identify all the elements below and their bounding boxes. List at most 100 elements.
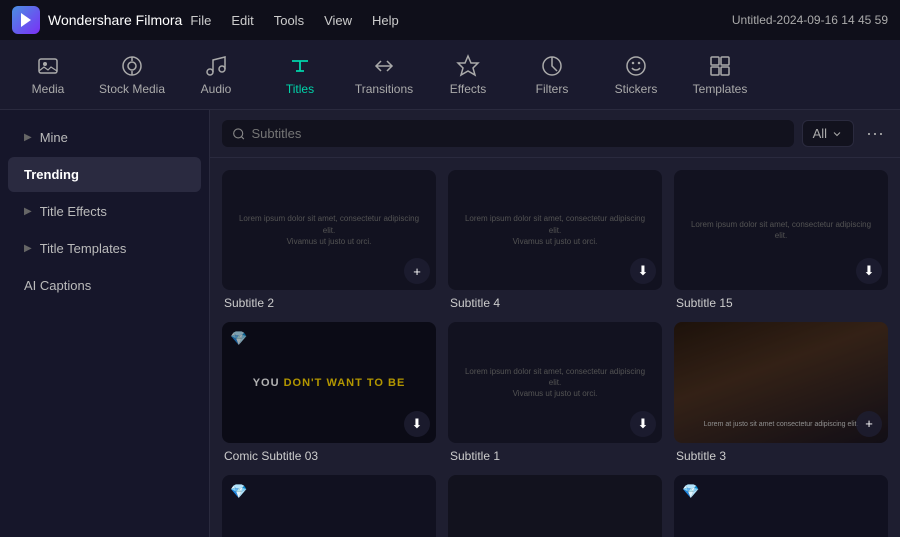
media-icon xyxy=(36,54,60,78)
grid-item-subtitle-1[interactable]: Lorem ipsum dolor sit amet, consectetur … xyxy=(448,322,662,462)
grid-label-subtitle-1: Subtitle 1 xyxy=(448,449,662,463)
search-input-wrapper[interactable] xyxy=(222,120,794,147)
download-button-subtitle-4[interactable]: ⬇ xyxy=(630,258,656,284)
chevron-right-icon: ▶ xyxy=(24,132,32,143)
menu-edit[interactable]: Edit xyxy=(231,13,253,28)
toolbar-effects[interactable]: Effects xyxy=(428,44,508,106)
grid-item-partial-1[interactable]: 💎 xyxy=(222,475,436,537)
chevron-right-icon-effects: ▶ xyxy=(24,206,32,217)
toolbar-templates-label: Templates xyxy=(693,82,748,96)
sidebar-item-title-effects[interactable]: ▶ Title Effects xyxy=(8,194,201,229)
toolbar-effects-label: Effects xyxy=(450,82,486,96)
menu-view[interactable]: View xyxy=(324,13,352,28)
search-bar: All ··· xyxy=(210,110,900,158)
add-button-subtitle-3[interactable]: + xyxy=(856,411,882,437)
effects-icon xyxy=(456,54,480,78)
grid-thumb-comic-subtitle-03: 💎 YOU DON'T WANT TO BE ⬇ xyxy=(222,322,436,442)
toolbar: Media Stock Media Audio Titles xyxy=(0,40,900,110)
grid-thumb-partial-1: 💎 xyxy=(222,475,436,537)
filters-icon xyxy=(540,54,564,78)
grid-thumb-subtitle-4: Lorem ipsum dolor sit amet, consectetur … xyxy=(448,170,662,290)
thumb-overlay-subtitle-15: ⬇ xyxy=(674,170,888,290)
sidebar-item-title-templates[interactable]: ▶ Title Templates xyxy=(8,231,201,266)
menu-help[interactable]: Help xyxy=(372,13,399,28)
more-options-button[interactable]: ··· xyxy=(862,123,888,144)
filter-dropdown[interactable]: All xyxy=(802,120,854,147)
toolbar-templates[interactable]: Templates xyxy=(680,44,760,106)
titlebar-left: Wondershare Filmora File Edit Tools View… xyxy=(12,6,399,34)
menu-file[interactable]: File xyxy=(190,13,211,28)
grid-label-subtitle-2: Subtitle 2 xyxy=(222,296,436,310)
grid-label-subtitle-4: Subtitle 4 xyxy=(448,296,662,310)
grid-label-subtitle-15: Subtitle 15 xyxy=(674,296,888,310)
grid-thumb-partial-3: 💎 xyxy=(674,475,888,537)
stickers-icon xyxy=(624,54,648,78)
grid-label-subtitle-3: Subtitle 3 xyxy=(674,449,888,463)
grid-thumb-subtitle-3: Lorem at justo sit amet consectetur adip… xyxy=(674,322,888,442)
toolbar-stock-media-label: Stock Media xyxy=(99,82,165,96)
grid-item-subtitle-4[interactable]: Lorem ipsum dolor sit amet, consectetur … xyxy=(448,170,662,310)
grid-item-subtitle-2[interactable]: Lorem ipsum dolor sit amet, consectetur … xyxy=(222,170,436,310)
toolbar-media[interactable]: Media xyxy=(8,44,88,106)
app-name: Wondershare Filmora xyxy=(48,12,182,28)
toolbar-titles-label: Titles xyxy=(286,82,314,96)
toolbar-stickers[interactable]: Stickers xyxy=(596,44,676,106)
titles-icon xyxy=(288,54,312,78)
download-button-subtitle-15[interactable]: ⬇ xyxy=(856,258,882,284)
search-icon xyxy=(232,127,246,141)
grid-item-comic-subtitle-03[interactable]: 💎 YOU DON'T WANT TO BE ⬇ Comic Subtitle … xyxy=(222,322,436,462)
sidebar-item-mine-label: Mine xyxy=(40,130,68,145)
audio-icon xyxy=(204,54,228,78)
sidebar-item-trending-label: Trending xyxy=(24,167,79,182)
transitions-icon xyxy=(372,54,396,78)
content-grid: Lorem ipsum dolor sit amet, consectetur … xyxy=(210,158,900,537)
thumb-overlay-comic-subtitle-03: ⬇ xyxy=(222,322,436,442)
grid-thumb-subtitle-15: Lorem ipsum dolor sit amet, consectetur … xyxy=(674,170,888,290)
thumb-overlay-subtitle-2: + xyxy=(222,170,436,290)
main-layout: ▶ Mine Trending ▶ Title Effects ▶ Title … xyxy=(0,110,900,537)
grid-thumb-partial-2 xyxy=(448,475,662,537)
gem-icon-partial-3: 💎 xyxy=(682,483,699,500)
toolbar-transitions[interactable]: Transitions xyxy=(344,44,424,106)
stock-media-icon xyxy=(120,54,144,78)
grid-thumb-subtitle-2: Lorem ipsum dolor sit amet, consectetur … xyxy=(222,170,436,290)
toolbar-filters-label: Filters xyxy=(536,82,569,96)
chevron-down-icon xyxy=(831,128,843,140)
toolbar-media-label: Media xyxy=(32,82,65,96)
download-button-subtitle-1[interactable]: ⬇ xyxy=(630,411,656,437)
add-button-subtitle-2[interactable]: + xyxy=(404,258,430,284)
thumb-overlay-subtitle-4: ⬇ xyxy=(448,170,662,290)
toolbar-transitions-label: Transitions xyxy=(355,82,413,96)
titlebar: Wondershare Filmora File Edit Tools View… xyxy=(0,0,900,40)
sidebar-item-trending[interactable]: Trending xyxy=(8,157,201,192)
sidebar-item-ai-captions[interactable]: AI Captions xyxy=(8,268,201,303)
toolbar-titles[interactable]: Titles xyxy=(260,44,340,106)
menu-tools[interactable]: Tools xyxy=(274,13,304,28)
toolbar-audio-label: Audio xyxy=(201,82,232,96)
window-title: Untitled-2024-09-16 14 45 59 xyxy=(732,13,888,27)
toolbar-stock-media[interactable]: Stock Media xyxy=(92,44,172,106)
toolbar-audio[interactable]: Audio xyxy=(176,44,256,106)
sidebar-item-mine[interactable]: ▶ Mine xyxy=(8,120,201,155)
gem-icon-partial-1: 💎 xyxy=(230,483,247,500)
sidebar: ▶ Mine Trending ▶ Title Effects ▶ Title … xyxy=(0,110,210,537)
app-logo xyxy=(12,6,40,34)
templates-icon xyxy=(708,54,732,78)
thumb-overlay-subtitle-1: ⬇ xyxy=(448,322,662,442)
chevron-right-icon-templates: ▶ xyxy=(24,243,32,254)
sidebar-item-ai-captions-label: AI Captions xyxy=(24,278,91,293)
toolbar-filters[interactable]: Filters xyxy=(512,44,592,106)
titlebar-menu: File Edit Tools View Help xyxy=(190,13,398,28)
grid-label-comic-subtitle-03: Comic Subtitle 03 xyxy=(222,449,436,463)
filter-label: All xyxy=(813,126,827,141)
toolbar-stickers-label: Stickers xyxy=(615,82,658,96)
download-button-comic-subtitle-03[interactable]: ⬇ xyxy=(404,411,430,437)
grid-item-subtitle-15[interactable]: Lorem ipsum dolor sit amet, consectetur … xyxy=(674,170,888,310)
sidebar-item-title-templates-label: Title Templates xyxy=(40,241,127,256)
grid-item-subtitle-3[interactable]: Lorem at justo sit amet consectetur adip… xyxy=(674,322,888,462)
thumb-overlay-subtitle-3: + xyxy=(674,322,888,442)
search-input[interactable] xyxy=(252,126,784,141)
sidebar-item-title-effects-label: Title Effects xyxy=(40,204,107,219)
grid-item-partial-3[interactable]: 💎 xyxy=(674,475,888,537)
grid-item-partial-2[interactable] xyxy=(448,475,662,537)
